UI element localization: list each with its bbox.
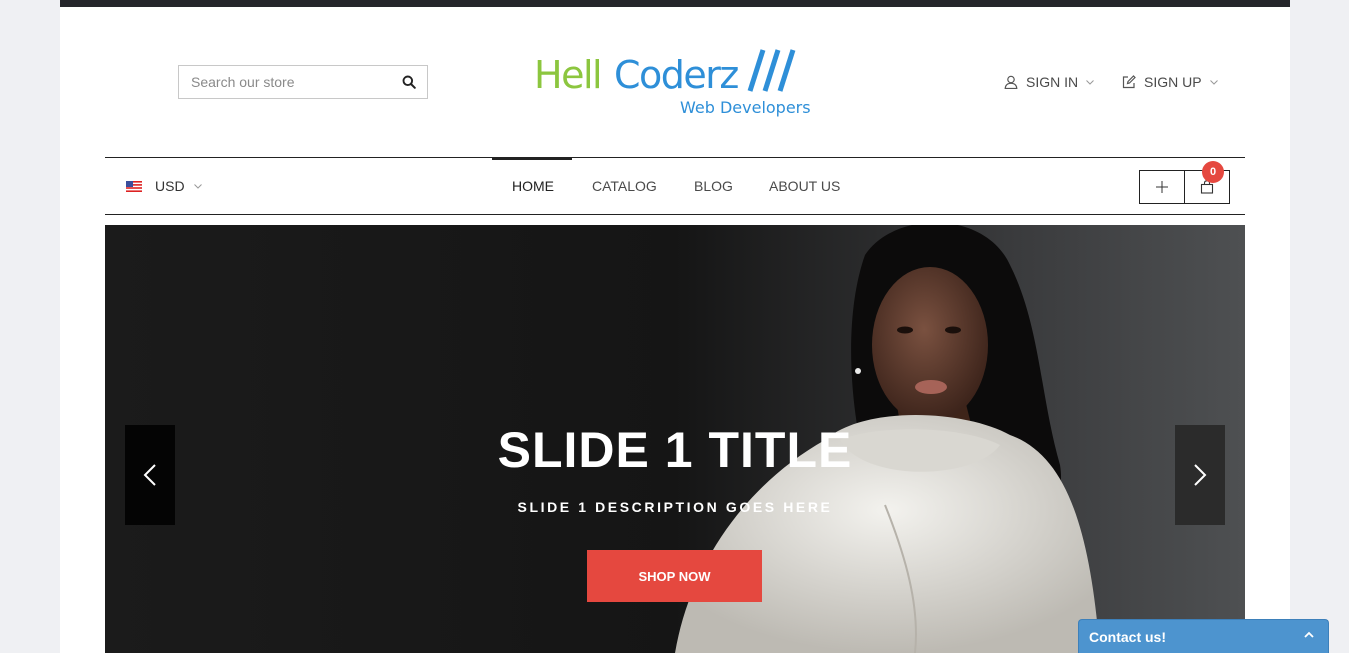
user-icon xyxy=(1004,75,1018,89)
chevron-right-icon xyxy=(1194,464,1207,486)
sign-in-label: SIGN IN xyxy=(1026,74,1079,90)
nav-divider-bottom xyxy=(105,214,1245,215)
contact-us-label: Contact us! xyxy=(1089,629,1166,645)
plus-icon xyxy=(1156,181,1168,193)
hero-slider: SLIDE 1 TITLE SLIDE 1 DESCRIPTION GOES H… xyxy=(105,225,1245,653)
chevron-down-icon xyxy=(193,183,202,189)
nav-item-about-us[interactable]: ABOUT US xyxy=(769,157,840,214)
top-bar xyxy=(60,0,1290,7)
search-button[interactable] xyxy=(391,66,427,98)
add-button[interactable] xyxy=(1139,170,1185,204)
contact-us-widget[interactable]: Contact us! xyxy=(1078,619,1329,653)
search-box xyxy=(178,65,428,99)
sign-up-link[interactable]: SIGN UP xyxy=(1122,72,1218,92)
search-input[interactable] xyxy=(179,66,403,98)
search-icon xyxy=(402,75,416,89)
sign-in-link[interactable]: SIGN IN xyxy=(1004,72,1094,92)
chevron-down-icon xyxy=(1209,79,1218,85)
us-flag-icon xyxy=(126,180,142,192)
slide-description: SLIDE 1 DESCRIPTION GOES HERE xyxy=(517,499,833,515)
chevron-left-icon xyxy=(143,464,156,486)
edit-icon xyxy=(1122,75,1136,89)
chevron-down-icon xyxy=(1086,79,1094,85)
logo-word-coderz: Coderz xyxy=(614,53,738,97)
currency-selector[interactable]: USD xyxy=(126,176,202,196)
logo-word-hell: Hell xyxy=(534,53,601,97)
currency-label: USD xyxy=(155,178,185,194)
nav-item-home[interactable]: HOME xyxy=(512,157,554,214)
slider-prev-button[interactable] xyxy=(125,425,175,525)
sign-up-label: SIGN UP xyxy=(1144,74,1202,90)
nav-item-blog[interactable]: BLOG xyxy=(694,157,733,214)
nav-divider-top xyxy=(105,157,1245,158)
page: Hell Coderz Web Developers SIGN IN SIGN … xyxy=(60,0,1290,653)
logo-slashes xyxy=(747,49,796,92)
slider-next-button[interactable] xyxy=(1175,425,1225,525)
site-logo[interactable]: Hell Coderz Web Developers xyxy=(532,44,822,120)
slide-title: SLIDE 1 TITLE xyxy=(497,422,853,478)
nav-item-catalog[interactable]: CATALOG xyxy=(592,157,657,214)
cart-count-badge: 0 xyxy=(1202,161,1224,183)
chevron-up-icon xyxy=(1304,631,1314,638)
shop-now-button[interactable]: SHOP NOW xyxy=(587,550,762,602)
logo-tagline: Web Developers xyxy=(680,98,811,117)
